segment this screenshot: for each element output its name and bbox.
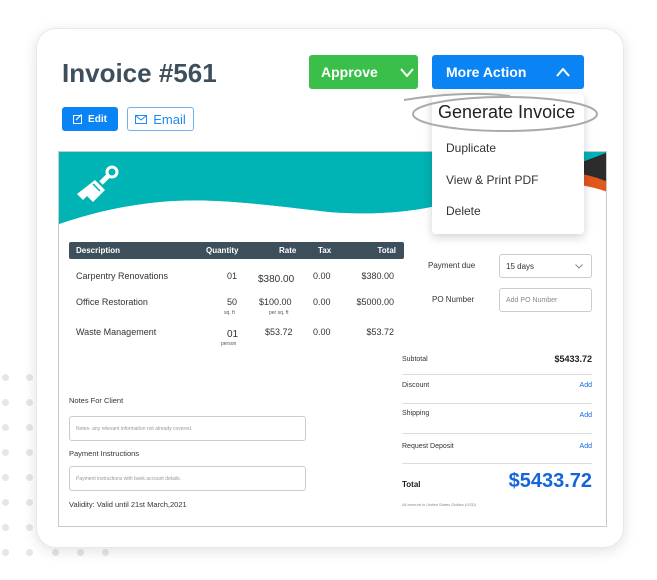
item-description: Office Restoration bbox=[76, 297, 148, 307]
edit-label: Edit bbox=[88, 113, 107, 125]
item-tax: 0.00 bbox=[313, 297, 331, 307]
item-quantity: 01 bbox=[227, 329, 239, 340]
item-tax: 0.00 bbox=[313, 327, 331, 337]
table-row: Waste Management 01 person $53.72 0.00 $… bbox=[69, 327, 404, 351]
item-rate-unit: per sq. ft bbox=[269, 310, 289, 316]
divider bbox=[402, 463, 592, 464]
total-row: Total $5433.72 bbox=[402, 470, 592, 500]
item-quantity: 01 bbox=[227, 271, 238, 281]
mail-icon bbox=[135, 114, 148, 124]
subtotal-value: $5433.72 bbox=[554, 354, 592, 364]
payment-due-value: 15 days bbox=[506, 261, 535, 271]
page-title: Invoice #561 bbox=[62, 58, 217, 88]
payment-due-select[interactable]: 15 days bbox=[499, 254, 592, 278]
shipping-label: Shipping bbox=[402, 410, 430, 417]
menu-item-view-print-pdf[interactable]: View & Print PDF bbox=[446, 173, 538, 187]
item-quantity-unit: person bbox=[221, 341, 237, 347]
item-rate: $53.72 bbox=[265, 327, 293, 337]
approve-button[interactable]: Approve bbox=[309, 55, 418, 89]
payment-instructions-placeholder: Payment instructions with bank account d… bbox=[76, 475, 182, 482]
item-total: $53.72 bbox=[366, 327, 394, 337]
item-quantity: 50 bbox=[227, 297, 238, 307]
total-value: $5433.72 bbox=[508, 470, 592, 492]
email-label: Email bbox=[153, 111, 186, 127]
total-label: Total bbox=[402, 480, 421, 489]
chevron-down-icon bbox=[400, 67, 414, 77]
request-deposit-label: Request Deposit bbox=[402, 443, 454, 450]
item-description: Carpentry Renovations bbox=[76, 271, 169, 281]
chevron-up-icon bbox=[556, 67, 571, 77]
divider bbox=[402, 433, 592, 434]
table-row: Office Restoration 50 sq. ft $100.00 per… bbox=[69, 297, 404, 321]
po-number-input[interactable]: Add PO Number bbox=[499, 288, 592, 312]
item-quantity-unit: sq. ft bbox=[224, 310, 235, 316]
notes-input[interactable]: Notes- any relevant information not alre… bbox=[69, 416, 306, 441]
menu-item-duplicate[interactable]: Duplicate bbox=[446, 141, 496, 155]
item-total: $380.00 bbox=[361, 271, 394, 281]
more-action-button[interactable]: More Action bbox=[432, 55, 584, 89]
col-quantity: Quantity bbox=[206, 246, 239, 255]
item-total: $5000.00 bbox=[356, 297, 394, 307]
chevron-down-icon bbox=[575, 264, 583, 269]
notes-label: Notes For Client bbox=[69, 396, 124, 405]
col-total: Total bbox=[377, 246, 396, 255]
currency-note: All amount in United States Dollars (USD… bbox=[402, 502, 477, 507]
edit-button[interactable]: Edit bbox=[62, 107, 118, 131]
notes-placeholder: Notes- any relevant information not alre… bbox=[76, 425, 193, 432]
payment-instructions-label: Payment Instructions bbox=[69, 449, 140, 458]
col-description: Description bbox=[76, 246, 121, 255]
email-button[interactable]: Email bbox=[127, 107, 194, 131]
po-number-label: PO Number bbox=[432, 295, 475, 304]
item-rate: $100.00 bbox=[259, 297, 292, 307]
divider bbox=[402, 374, 592, 375]
po-number-placeholder: Add PO Number bbox=[506, 296, 558, 304]
add-deposit-link[interactable]: Add bbox=[580, 443, 592, 450]
add-shipping-link[interactable]: Add bbox=[580, 412, 592, 419]
item-description: Waste Management bbox=[76, 327, 157, 337]
payment-due-label: Payment due bbox=[428, 261, 476, 270]
col-tax: Tax bbox=[318, 246, 332, 255]
item-tax: 0.00 bbox=[313, 271, 331, 281]
paintbrush-logo-icon bbox=[77, 165, 119, 202]
discount-label: Discount bbox=[402, 382, 430, 389]
col-rate: Rate bbox=[279, 246, 297, 255]
payment-instructions-input[interactable]: Payment instructions with bank account d… bbox=[69, 466, 306, 491]
item-rate: $380.00 bbox=[258, 274, 295, 285]
approve-label: Approve bbox=[321, 64, 378, 80]
menu-item-delete[interactable]: Delete bbox=[446, 204, 481, 218]
divider bbox=[402, 403, 592, 404]
more-action-label: More Action bbox=[446, 64, 527, 80]
items-table-header: Description Quantity Rate Tax Total bbox=[69, 242, 404, 259]
subtotal-label: Subtotal bbox=[402, 356, 428, 363]
validity-text: Validity: Valid until 21st March,2021 bbox=[69, 500, 187, 509]
edit-icon bbox=[73, 114, 83, 124]
add-discount-link[interactable]: Add bbox=[580, 382, 592, 389]
table-row: Carpentry Renovations 01 $380.00 0.00 $3… bbox=[69, 271, 404, 291]
menu-item-generate-invoice[interactable]: Generate Invoice bbox=[438, 102, 575, 123]
